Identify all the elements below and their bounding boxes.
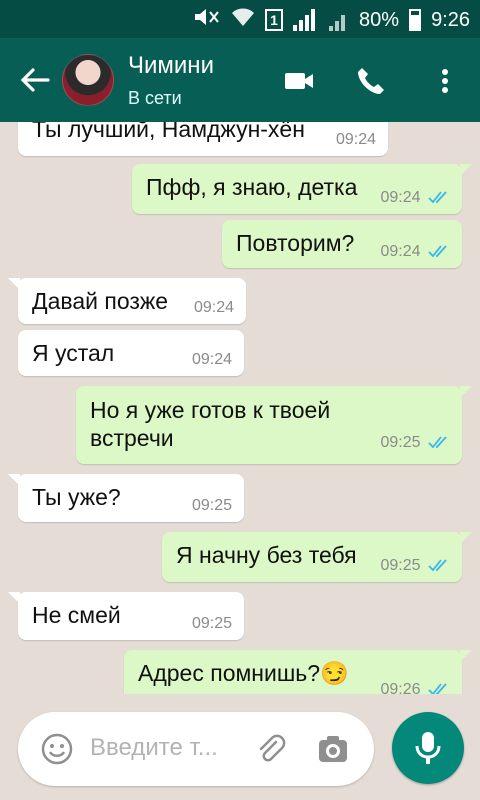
message-bubble-outgoing[interactable]: Я начну без тебя 09:25 xyxy=(162,532,472,582)
battery-icon xyxy=(409,9,422,31)
message-bubble-incoming[interactable]: Ты лучший, Намджун-хён 09:24 xyxy=(18,122,388,156)
emoji-icon[interactable] xyxy=(40,732,74,766)
message-bubble-outgoing[interactable]: Повторим? 09:24 xyxy=(222,220,462,268)
paperclip-icon[interactable] xyxy=(254,732,288,766)
contact-name[interactable]: Чимини xyxy=(128,52,214,80)
message-input[interactable]: Введите т... xyxy=(90,734,218,762)
message-list[interactable]: Ты лучший, Намджун-хён 09:24 Пфф, я знаю… xyxy=(0,122,480,694)
message-time-wrap: 09:24 xyxy=(381,189,451,207)
message-text: Я начну без тебя xyxy=(176,542,357,568)
double-check-icon xyxy=(428,436,447,449)
microphone-icon[interactable] xyxy=(392,712,464,784)
message-bubble-incoming[interactable]: Давай позже 09:24 xyxy=(8,278,246,324)
message-time: 09:24 xyxy=(191,351,232,368)
battery-percent: 80% xyxy=(359,8,400,31)
message-time: 09:26 xyxy=(380,681,421,694)
message-composer[interactable]: Введите т... xyxy=(18,712,374,786)
sim-icon: 1 xyxy=(265,9,284,31)
message-text: Повторим? xyxy=(236,230,355,256)
message-text: Ты уже? xyxy=(32,484,121,510)
video-call-icon[interactable] xyxy=(282,64,316,98)
message-bubble-outgoing[interactable]: Пфф, я знаю, детка 09:24 xyxy=(132,164,472,214)
signal-icon xyxy=(293,9,319,31)
message-time-wrap: 09:26 xyxy=(381,681,451,694)
message-text: Ты лучший, Намджун-хён xyxy=(32,122,305,142)
message-time: 09:25 xyxy=(380,434,421,451)
message-bubble-incoming[interactable]: Не смей 09:25 xyxy=(8,592,244,640)
message-time: 09:25 xyxy=(191,615,232,632)
message-text: Адрес помнишь?😏 xyxy=(138,660,349,686)
message-time: 09:24 xyxy=(380,189,421,206)
message-time-wrap: 09:24 xyxy=(381,243,451,261)
message-text: Давай позже xyxy=(32,288,169,314)
message-text: Но я уже готов к твоей встречи xyxy=(90,397,331,451)
message-time-wrap: 09:25 xyxy=(381,557,451,575)
double-check-icon xyxy=(428,191,447,204)
avatar[interactable] xyxy=(62,54,114,106)
message-bubble-outgoing[interactable]: Но я уже готов к твоей встречи 09:25 xyxy=(76,386,472,464)
message-bubble-incoming[interactable]: Я устал 09:24 xyxy=(18,330,244,376)
message-text: Я устал xyxy=(32,340,115,366)
message-time: 09:25 xyxy=(191,497,232,514)
double-check-icon xyxy=(428,245,447,258)
message-text: Не смей xyxy=(32,602,121,628)
camera-icon[interactable] xyxy=(316,732,350,766)
mute-icon xyxy=(193,6,221,34)
phone-icon[interactable] xyxy=(354,64,388,98)
message-time: 09:24 xyxy=(335,131,376,148)
message-time: 09:25 xyxy=(380,557,421,574)
double-check-icon xyxy=(428,683,447,694)
message-text: Пфф, я знаю, детка xyxy=(146,174,358,200)
wifi-icon xyxy=(231,6,255,34)
double-check-icon xyxy=(428,559,447,572)
more-vert-icon[interactable] xyxy=(428,64,456,98)
clock: 9:26 xyxy=(431,8,470,31)
message-time-wrap: 09:25 xyxy=(381,429,451,457)
chat-header: Чимини В сети xyxy=(0,38,480,122)
message-time: 09:24 xyxy=(193,299,234,316)
message-bubble-incoming[interactable]: Ты уже? 09:25 xyxy=(8,474,244,522)
message-time: 09:24 xyxy=(380,243,421,260)
signal-icon-2 xyxy=(329,9,349,31)
message-bubble-outgoing[interactable]: Адрес помнишь?😏 09:26 xyxy=(124,650,472,694)
status-bar: 1 80% 9:26 xyxy=(0,0,480,38)
arrow-left-icon[interactable] xyxy=(18,60,58,100)
contact-status: В сети xyxy=(128,88,182,108)
